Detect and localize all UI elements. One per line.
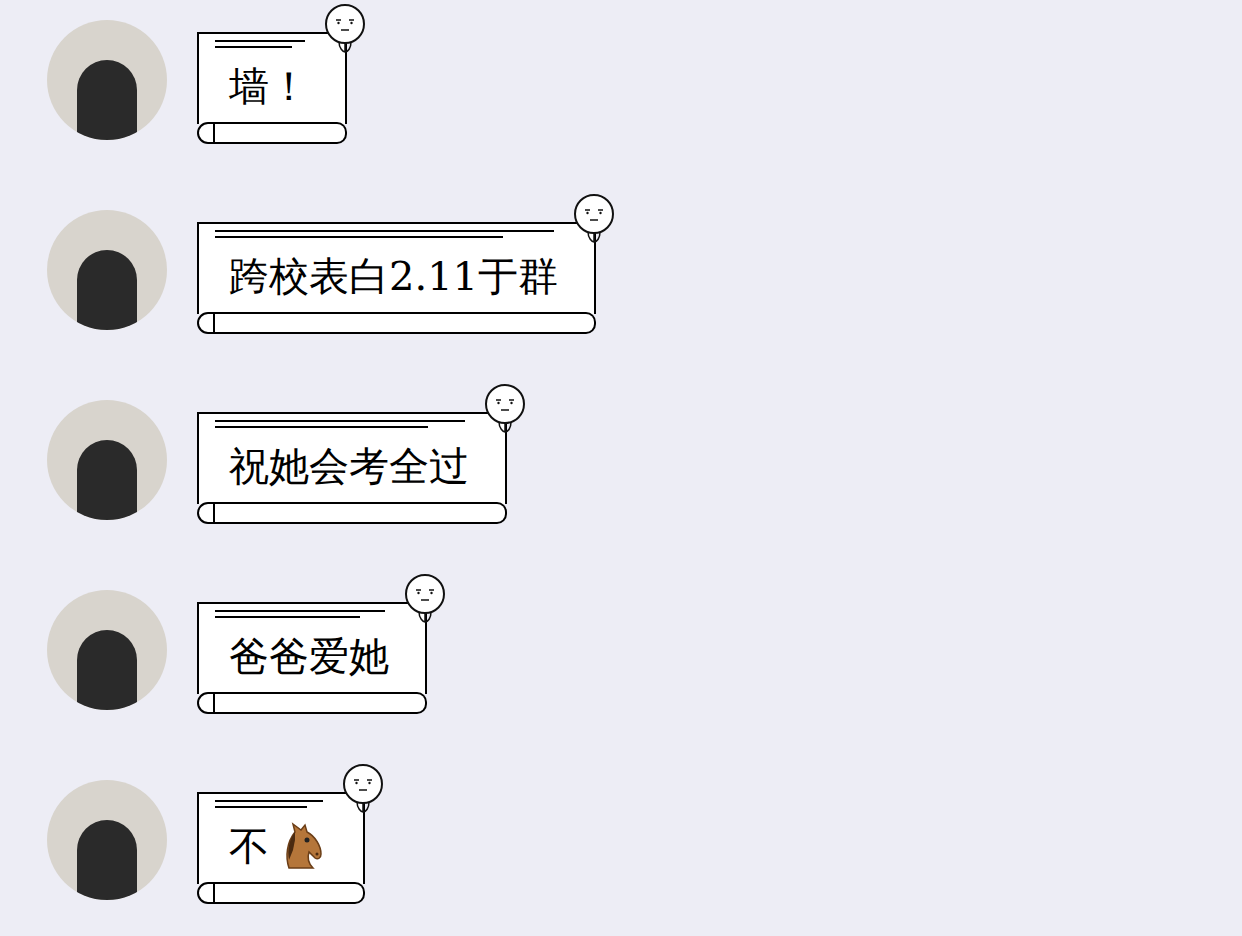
face-icon — [339, 762, 387, 814]
horse-icon — [275, 820, 327, 872]
face-icon — [321, 2, 369, 54]
avatar[interactable] — [47, 780, 167, 900]
message-text: 墙！ — [229, 66, 309, 106]
avatar[interactable] — [47, 590, 167, 710]
scroll-bubble: 不 — [197, 792, 365, 904]
avatar[interactable] — [47, 210, 167, 330]
scroll-bubble: 爸爸爱她 — [197, 602, 427, 714]
message-row: 祝她会考全过 — [47, 400, 1195, 524]
message-row: 爸爸爱她 — [47, 590, 1195, 714]
face-icon — [401, 572, 449, 624]
message-row: 不 — [47, 780, 1195, 904]
message-text: 祝她会考全过 — [229, 446, 469, 486]
scroll-bubble: 跨校表白2.11于群 — [197, 222, 596, 334]
avatar[interactable] — [47, 400, 167, 520]
scroll-bubble: 祝她会考全过 — [197, 412, 507, 524]
message-row: 跨校表白2.11于群 — [47, 210, 1195, 334]
message-text: 跨校表白2.11于群 — [229, 256, 558, 296]
face-icon — [481, 382, 529, 434]
scroll-bubble: 墙！ — [197, 32, 347, 144]
message-text: 不 — [229, 826, 269, 866]
message-text: 爸爸爱她 — [229, 636, 389, 676]
message-row: 墙！ — [47, 20, 1195, 144]
chat-screen: 墙！ 跨校表白2.11于群祝她会考全过爸爸爱她不 — [0, 0, 1242, 936]
face-icon — [570, 192, 618, 244]
avatar[interactable] — [47, 20, 167, 140]
